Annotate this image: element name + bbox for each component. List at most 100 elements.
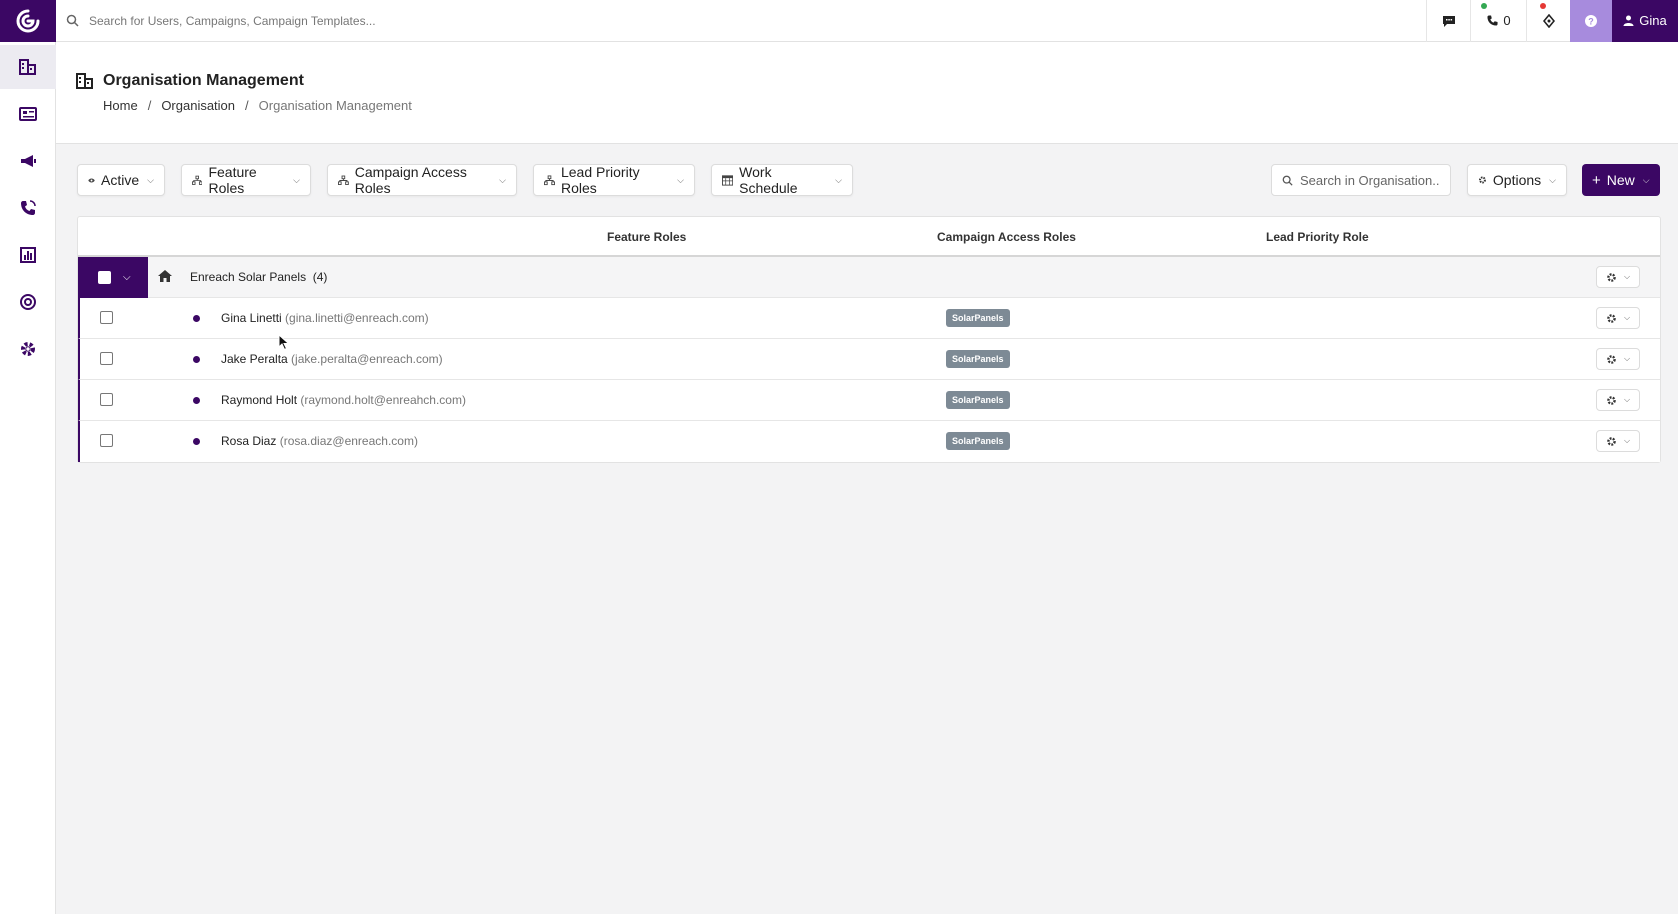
column-lead-priority-role[interactable]: Lead Priority Role [1266,230,1369,244]
chevron-down-icon: ⌵ [1623,313,1631,322]
user-label[interactable]: Gina Linetti (gina.linetti@enreach.com) [221,311,429,325]
breadcrumb-current: Organisation Management [258,98,412,113]
sitemap-icon [544,174,555,185]
active-filter-label: Active [101,172,140,188]
lead-priority-roles-label: Lead Priority Roles [560,164,640,196]
gear-icon [1607,436,1616,446]
group-count: (4) [312,270,328,284]
work-schedule-dropdown[interactable]: Work Schedule ⌵ [711,164,853,196]
chevron-down-icon: ⌵ [677,174,684,185]
breadcrumb-separator: / [147,98,152,113]
options-label: Options [1492,172,1542,188]
table-row[interactable]: Gina Linetti (gina.linetti@enreach.com) … [78,298,1660,339]
phone-icon [21,200,36,215]
gear-icon [1607,354,1616,364]
status-dot [193,315,200,322]
top-bar: 0 ? Gina [56,0,1678,42]
sidebar-item-contacts[interactable] [0,92,56,136]
organisation-search [1271,164,1451,196]
table-row[interactable]: Raymond Holt (raymond.holt@enreahch.com)… [78,380,1660,421]
user-email: (jake.peralta@enreach.com) [291,352,443,366]
sidebar-item-campaigns[interactable] [0,139,56,183]
campaign-role-badge: SolarPanels [946,432,1010,450]
user-label[interactable]: Raymond Holt (raymond.holt@enreahch.com) [221,393,466,407]
row-settings-button[interactable]: ⌵ [1596,307,1640,329]
svg-text:?: ? [1588,16,1594,26]
app-logo[interactable] [0,0,56,42]
new-button-label: New [1606,172,1635,188]
row-settings-button[interactable]: ⌵ [1596,389,1640,411]
user-name: Gina [1639,13,1667,28]
sidebar-item-organisation[interactable] [0,45,56,89]
search-icon [1282,175,1293,186]
table-row[interactable]: Jake Peralta (jake.peralta@enreach.com) … [78,339,1660,380]
row-checkbox[interactable] [100,311,113,324]
campaign-role-badge: SolarPanels [946,350,1010,368]
global-search-input[interactable] [89,13,689,28]
table-row[interactable]: Rosa Diaz (rosa.diaz@enreach.com) SolarP… [78,421,1660,462]
search-icon [66,14,79,27]
user-email: (raymond.holt@enreahch.com) [300,393,466,407]
sidebar-item-targets[interactable] [0,280,56,324]
chevron-down-icon: ⌵ [1549,174,1556,185]
row-settings-button[interactable]: ⌵ [1596,430,1640,452]
options-dropdown[interactable]: Options ⌵ [1467,164,1567,196]
chat-icon [1442,15,1455,27]
group-row[interactable]: ⌵ Enreach Solar Panels (4) ⌵ [78,257,1660,298]
organisation-icon [76,73,93,89]
row-checkbox[interactable] [100,393,113,406]
logo-icon [16,9,40,33]
group-checkbox[interactable] [98,271,111,284]
sidebar-item-settings[interactable] [0,327,56,371]
campaign-access-roles-dropdown[interactable]: Campaign Access Roles ⌵ [327,164,517,196]
feature-roles-label: Feature Roles [208,164,257,196]
chevron-down-icon[interactable]: ⌵ [123,272,131,283]
feature-roles-dropdown[interactable]: Feature Roles ⌵ [181,164,311,196]
sidebar-item-reports[interactable] [0,233,56,277]
organisation-table: Feature Roles Campaign Access Roles Lead… [77,216,1661,463]
user-email: (gina.linetti@enreach.com) [285,311,429,325]
table-header: Feature Roles Campaign Access Roles Lead… [78,217,1660,257]
breadcrumb-home[interactable]: Home [103,98,138,113]
user-label[interactable]: Rosa Diaz (rosa.diaz@enreach.com) [221,434,418,448]
row-checkbox[interactable] [100,352,113,365]
row-checkbox[interactable] [100,434,113,447]
user-menu-button[interactable]: Gina [1612,0,1678,42]
calls-button[interactable]: 0 [1470,0,1526,42]
status-dot [193,438,200,445]
group-controls: ⌵ [78,257,148,298]
group-title: Enreach Solar Panels [190,270,307,284]
chat-button[interactable] [1426,0,1470,42]
gear-icon [1607,313,1616,323]
filter-bar: Active ⌵ Feature Roles ⌵ Campaign Access… [77,164,1661,196]
row-settings-button[interactable]: ⌵ [1596,348,1640,370]
calendar-icon [722,175,734,186]
sitemap-icon [338,175,349,185]
campaign-access-roles-label: Campaign Access Roles [354,164,467,196]
page-title: Organisation Management [103,72,304,89]
page-title-wrap: Organisation Management [76,72,304,90]
row-settings-button[interactable]: ⌵ [1596,266,1640,288]
plus-icon: + [1592,171,1601,189]
gear-icon [1607,395,1616,405]
megaphone-icon [21,155,36,167]
location-button[interactable] [1526,0,1570,42]
user-name: Raymond Holt [221,393,298,407]
status-dot [193,356,200,363]
mouse-cursor-icon [278,334,290,351]
active-filter-dropdown[interactable]: Active ⌵ [77,164,165,196]
chevron-down-icon: ⌵ [835,174,842,185]
user-label[interactable]: Jake Peralta (jake.peralta@enreach.com) [221,352,443,366]
new-button[interactable]: + New ⌵ [1582,164,1660,196]
breadcrumb-organisation[interactable]: Organisation [161,98,235,113]
column-campaign-access-roles[interactable]: Campaign Access Roles [937,230,1076,244]
sidebar-item-calls[interactable] [0,186,56,230]
column-feature-roles[interactable]: Feature Roles [607,230,686,244]
online-status-dot [1481,2,1487,9]
help-button[interactable]: ? [1570,0,1612,42]
lead-priority-roles-dropdown[interactable]: Lead Priority Roles ⌵ [533,164,695,196]
alert-status-dot [1540,2,1546,9]
help-icon: ? [1585,14,1597,27]
gear-icon [1478,176,1486,184]
organisation-search-input[interactable] [1300,172,1440,188]
